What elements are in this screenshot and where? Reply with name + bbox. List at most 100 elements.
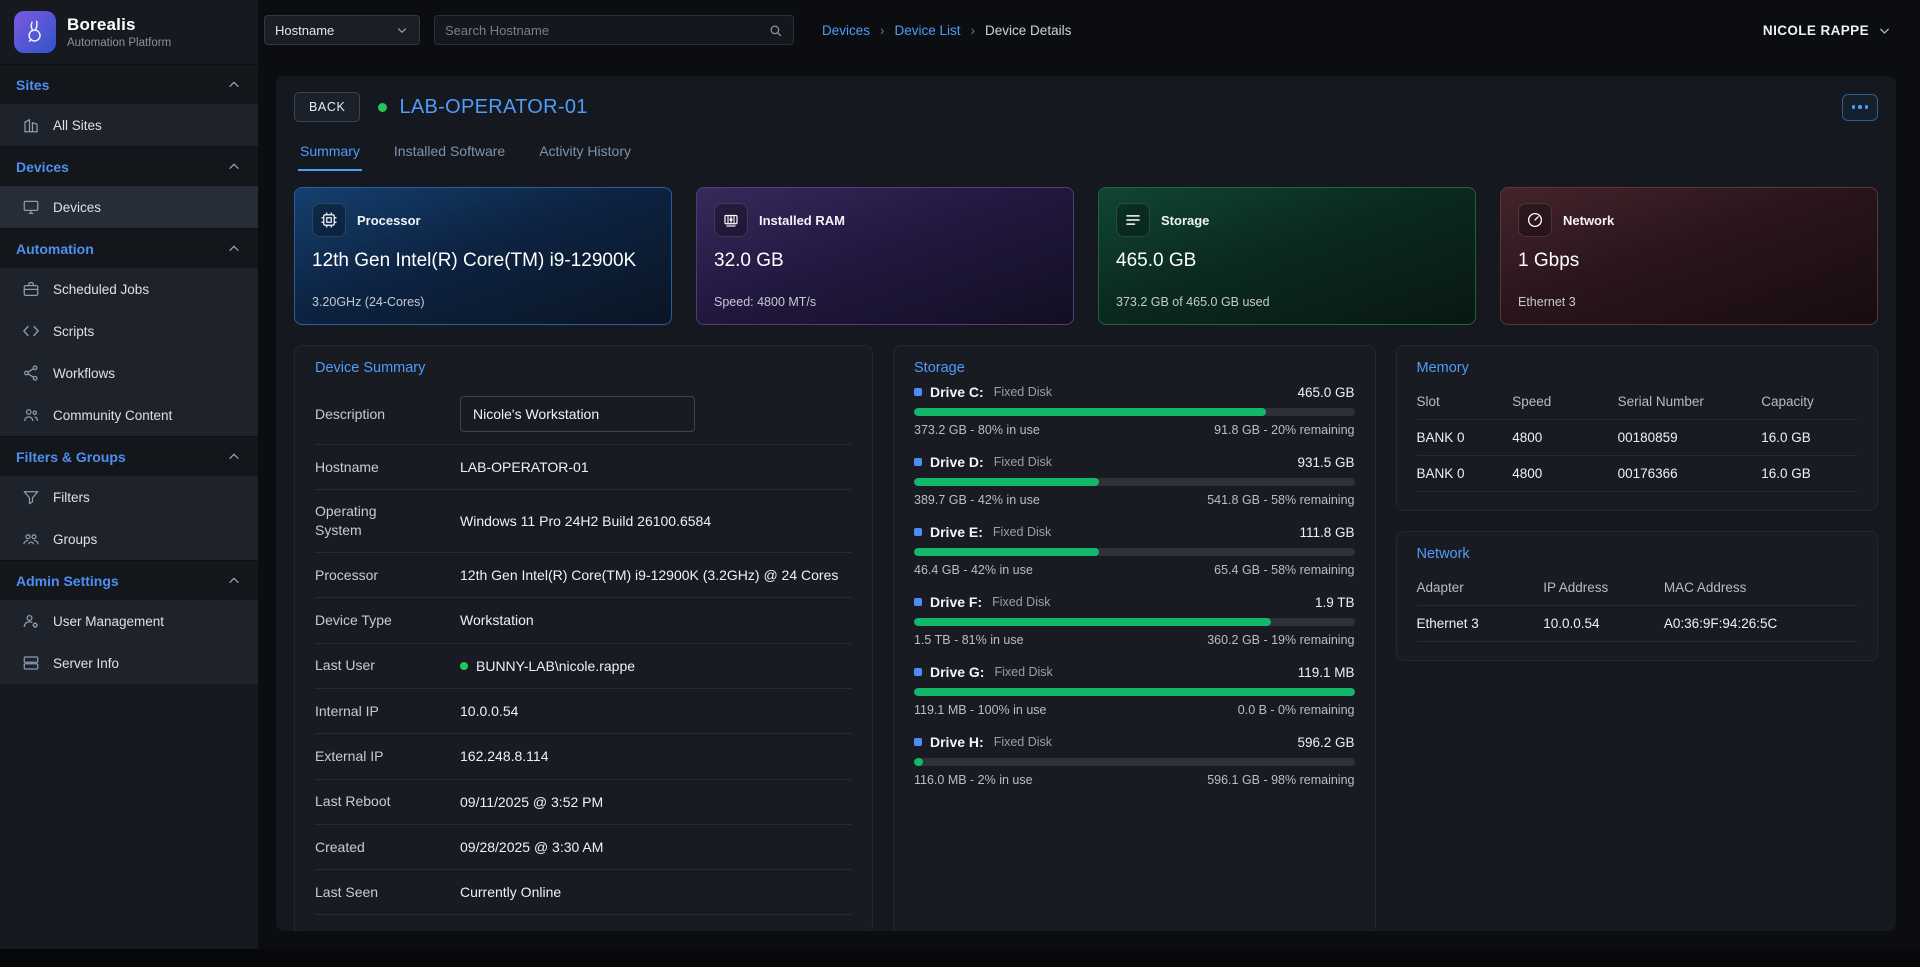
speed-gauge-icon <box>1518 203 1552 237</box>
network-card: Network Adapter IP Address MAC Address E… <box>1396 531 1879 661</box>
tab-summary[interactable]: Summary <box>298 134 362 171</box>
drive-usage-fill <box>914 548 1099 556</box>
drive-usage-bar <box>914 478 1355 486</box>
sidebar-item-filters[interactable]: Filters <box>0 476 258 518</box>
row-value: 10.0.0.54 <box>460 701 852 721</box>
sidebar-item-workflows[interactable]: Workflows <box>0 352 258 394</box>
brand-subtitle: Automation Platform <box>67 37 171 49</box>
row-label: Processor <box>315 566 460 585</box>
sidebar-item-user-management[interactable]: User Management <box>0 600 258 642</box>
drive-remaining: 65.4 GB - 58% remaining <box>1214 563 1354 577</box>
row-value: Windows 11 Pro 24H2 Build 26100.6584 <box>460 511 852 531</box>
back-button[interactable]: BACK <box>294 92 360 122</box>
user-gear-icon <box>22 612 40 630</box>
buildings-icon <box>22 116 40 134</box>
sidebar-item-groups[interactable]: Groups <box>0 518 258 560</box>
topbar: Hostname Devices › Device List › Device … <box>258 0 1920 60</box>
summary-row-created: Created 09/28/2025 @ 3:30 AM <box>315 825 852 870</box>
panel-header: BACK LAB-OPERATOR-01 <box>294 92 1878 122</box>
cell-capacity: 16.0 GB <box>1761 466 1857 481</box>
col-header-serial: Serial Number <box>1618 394 1762 409</box>
sidebar-item-server-info[interactable]: Server Info <box>0 642 258 684</box>
chevron-up-icon <box>226 159 242 175</box>
drive-used: 373.2 GB - 80% in use <box>914 423 1040 437</box>
sidebar-item-scheduled-jobs[interactable]: Scheduled Jobs <box>0 268 258 310</box>
drive-remaining: 541.8 GB - 58% remaining <box>1207 493 1354 507</box>
sidebar-item-scripts[interactable]: Scripts <box>0 310 258 352</box>
sidebar-item-community-content[interactable]: Community Content <box>0 394 258 436</box>
drive-bullet-icon <box>914 668 922 676</box>
search-input[interactable] <box>445 23 768 38</box>
drive-usage-bar <box>914 408 1355 416</box>
stat-label: Storage <box>1161 213 1209 228</box>
stat-card-network: Network 1 Gbps Ethernet 3 <box>1500 187 1878 325</box>
device-title: LAB-OPERATOR-01 <box>399 96 587 119</box>
sidebar-item-label: Filters <box>53 490 90 505</box>
row-value: 09/28/2025 @ 3:30 AM <box>460 837 852 857</box>
cell-slot: BANK 0 <box>1417 430 1513 445</box>
row-label: Last Reboot <box>315 792 460 811</box>
drive-usage-bar <box>914 618 1355 626</box>
card-title: Network <box>1417 546 1858 562</box>
drive-type: Fixed Disk <box>994 735 1052 749</box>
side-column: Memory Slot Speed Serial Number Capacity… <box>1396 345 1879 661</box>
cell-mac: A0:36:9F:94:26:5C <box>1664 616 1857 631</box>
breadcrumb-devices[interactable]: Devices <box>822 23 870 38</box>
sidebar-item-label: Devices <box>53 200 101 215</box>
breadcrumb-separator: › <box>880 23 885 38</box>
breadcrumb-device-list[interactable]: Device List <box>895 23 961 38</box>
sidebar-item-devices[interactable]: Devices <box>0 186 258 228</box>
main-area: Hostname Devices › Device List › Device … <box>258 0 1920 949</box>
drive-type: Fixed Disk <box>992 595 1050 609</box>
drive-row-e: Drive E: Fixed Disk 111.8 GB 46.4 GB - 4… <box>914 524 1355 577</box>
drive-used: 389.7 GB - 42% in use <box>914 493 1040 507</box>
sidebar-section-filters-groups[interactable]: Filters & Groups <box>0 436 258 476</box>
col-header-slot: Slot <box>1417 394 1513 409</box>
row-label: Last User <box>315 656 460 675</box>
brand[interactable]: Borealis Automation Platform <box>0 0 258 64</box>
sidebar-section-admin-settings[interactable]: Admin Settings <box>0 560 258 600</box>
drive-usage-bar <box>914 688 1355 696</box>
drive-bullet-icon <box>914 598 922 606</box>
tab-installed-software[interactable]: Installed Software <box>392 134 507 171</box>
drive-usage-fill <box>914 618 1271 626</box>
row-label: Hostname <box>315 458 460 477</box>
hostname-filter-select[interactable]: Hostname <box>264 15 420 45</box>
network-table-header: Adapter IP Address MAC Address <box>1417 570 1858 606</box>
stat-footer: Ethernet 3 <box>1518 295 1860 309</box>
cell-speed: 4800 <box>1512 430 1617 445</box>
user-menu[interactable]: NICOLE RAPPE <box>1763 23 1892 38</box>
drive-used: 119.1 MB - 100% in use <box>914 703 1046 717</box>
drive-bullet-icon <box>914 388 922 396</box>
sidebar-item-label: Scripts <box>53 324 94 339</box>
tab-activity-history[interactable]: Activity History <box>537 134 633 171</box>
drive-size: 119.1 MB <box>1298 665 1355 680</box>
row-value: 09/11/2025 @ 3:52 PM <box>460 792 852 812</box>
stat-footer: 3.20GHz (24-Cores) <box>312 295 654 309</box>
sidebar-section-devices[interactable]: Devices <box>0 146 258 186</box>
storage-stack-icon <box>1116 203 1150 237</box>
user-online-dot <box>460 662 468 670</box>
tabs: Summary Installed Software Activity Hist… <box>294 134 1878 171</box>
code-icon <box>22 322 40 340</box>
sidebar-section-sites[interactable]: Sites <box>0 64 258 104</box>
col-header-adapter: Adapter <box>1417 580 1544 595</box>
stat-value: 1 Gbps <box>1518 250 1860 272</box>
row-value: 12th Gen Intel(R) Core(TM) i9-12900K (3.… <box>460 565 852 585</box>
sidebar-item-all-sites[interactable]: All Sites <box>0 104 258 146</box>
cell-capacity: 16.0 GB <box>1761 430 1857 445</box>
row-label: Created <box>315 838 460 857</box>
borealis-rabbit-logo-icon <box>14 11 56 53</box>
summary-row-operating-system: Operating System Windows 11 Pro 24H2 Bui… <box>315 490 852 553</box>
description-input[interactable] <box>460 396 695 432</box>
row-label: Internal IP <box>315 702 460 721</box>
more-actions-button[interactable] <box>1842 94 1878 121</box>
section-label: Filters & Groups <box>16 449 126 465</box>
sidebar-item-label: Scheduled Jobs <box>53 282 149 297</box>
sidebar-section-automation[interactable]: Automation <box>0 228 258 268</box>
drive-size: 465.0 GB <box>1297 385 1354 400</box>
groups-icon <box>22 530 40 548</box>
brand-text: Borealis Automation Platform <box>67 15 171 49</box>
stat-card-processor: Processor 12th Gen Intel(R) Core(TM) i9-… <box>294 187 672 325</box>
section-label: Automation <box>16 241 94 257</box>
